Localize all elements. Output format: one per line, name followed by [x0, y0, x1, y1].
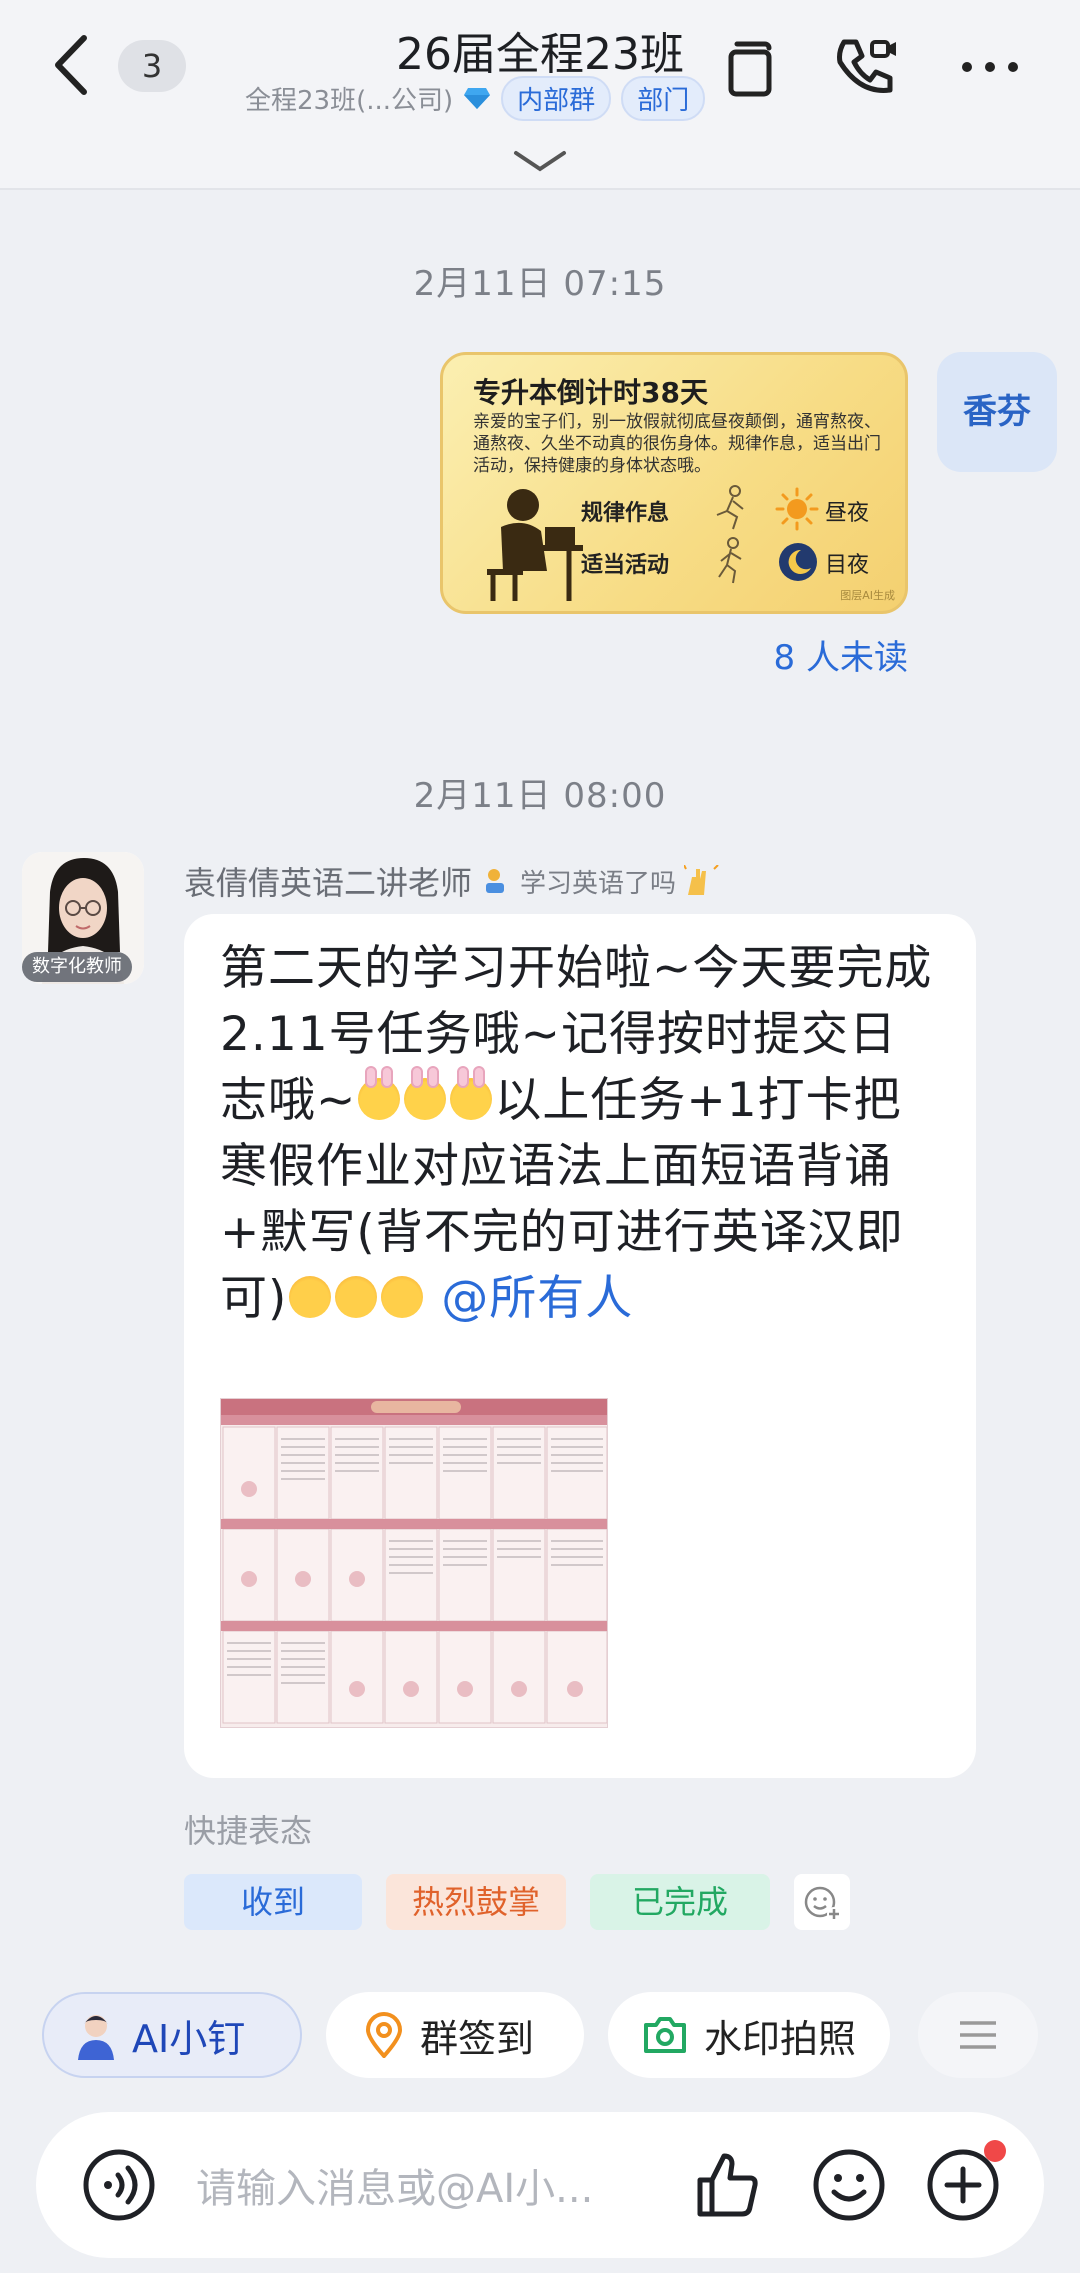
- bunny-face-emoji-icon: [404, 1066, 447, 1120]
- org-name: 全程23班(...公司): [245, 85, 454, 116]
- raised-hands-icon: [684, 865, 719, 895]
- bunny-face-emoji-icon: [450, 1066, 493, 1120]
- camera-icon: [644, 2017, 686, 2053]
- reaction-applause-button[interactable]: 热烈鼓掌: [386, 1874, 566, 1930]
- watermark-photo-button[interactable]: 水印拍照: [608, 1992, 890, 2078]
- menu-icon: [960, 2021, 996, 2049]
- toolbar-more-button[interactable]: [918, 1992, 1038, 2078]
- schedule-image-thumbnail[interactable]: [220, 1398, 608, 1728]
- sender-name: 袁倩倩英语二讲老师: [184, 864, 473, 902]
- mention-all[interactable]: @所有人: [441, 1271, 633, 1326]
- status-emoji-icon: [486, 869, 505, 893]
- tag-department[interactable]: 部门: [621, 75, 706, 121]
- tag-internal-group[interactable]: 内部群: [501, 75, 612, 121]
- unread-status[interactable]: 8 人未读: [774, 630, 908, 679]
- reaction-received-button[interactable]: 收到: [184, 1874, 362, 1930]
- sun-icon: [775, 487, 819, 531]
- ai-avatar-icon: [78, 2015, 114, 2060]
- blushing-emoji-icon: [381, 1276, 424, 1318]
- message-bubble[interactable]: 第二天的学习开始啦~今天要完成2.11号任务哦~记得按时提交日志哦~ 以上任务+1…: [184, 914, 976, 1778]
- message-timestamp: 2月11日 07:15: [413, 264, 667, 304]
- message-input-bar: 请输入消息或@AI小...: [36, 2112, 1044, 2258]
- sender-name-row[interactable]: 袁倩倩英语二讲老师 学习英语了吗: [184, 858, 720, 904]
- diamond-icon: [464, 88, 491, 109]
- walking-person-icon: [718, 537, 742, 584]
- avatar-badge: 数字化教师: [22, 952, 132, 982]
- add-reaction-button[interactable]: [794, 1874, 850, 1930]
- sender-avatar-self[interactable]: 香芬: [937, 352, 1057, 472]
- add-emoji-icon: [804, 1886, 841, 1921]
- image-card-message[interactable]: 专升本倒计时38天 亲爱的宝子们，别一放假就彻底昼夜颠倒，通宵熬夜、通熬夜、久坐…: [440, 352, 908, 614]
- bunny-face-emoji-icon: [358, 1066, 401, 1120]
- unread-count-badge[interactable]: 3: [118, 40, 186, 92]
- chevron-down-icon[interactable]: [510, 145, 570, 175]
- blushing-emoji-icon: [335, 1276, 378, 1318]
- sender-status: 学习英语了吗: [520, 868, 677, 899]
- chevron-left-icon[interactable]: [44, 30, 104, 100]
- card-body: 亲爱的宝子们，别一放假就彻底昼夜颠倒，通宵熬夜、通熬夜、久坐不动真的很伤身体。规…: [473, 412, 881, 476]
- copy-icon[interactable]: [715, 32, 785, 102]
- card-row1-right: 昼夜: [825, 501, 870, 526]
- card-row2-label: 适当活动: [581, 553, 670, 578]
- message-text: 第二天的学习开始啦~今天要完成2.11号任务哦~记得按时提交日志哦~ 以上任务+1…: [220, 936, 940, 1332]
- emoji-icon[interactable]: [806, 2142, 892, 2228]
- video-call-icon[interactable]: [830, 32, 900, 102]
- chat-header: 3 26届全程23班 全程23班(...公司) 内部群 部门: [0, 0, 1080, 190]
- running-person-icon: [716, 485, 744, 530]
- location-pin-icon: [365, 2012, 403, 2058]
- card-row1-label: 规律作息: [581, 501, 670, 526]
- thumbs-up-icon[interactable]: [686, 2142, 772, 2228]
- notification-dot: [984, 2140, 1006, 2162]
- group-checkin-label: 群签到: [420, 2016, 535, 2061]
- group-checkin-button[interactable]: 群签到: [326, 1992, 584, 2078]
- ai-assistant-label: AI小钉: [132, 2016, 246, 2061]
- more-icon[interactable]: [955, 32, 1025, 102]
- blushing-emoji-icon: [289, 1276, 332, 1318]
- card-title: 专升本倒计时38天: [473, 376, 708, 409]
- moon-icon: [779, 543, 817, 581]
- card-watermark: 图层AI生成: [840, 589, 895, 602]
- reaction-done-button[interactable]: 已完成: [590, 1874, 770, 1930]
- voice-input-icon[interactable]: [76, 2142, 162, 2228]
- chat-subtitle[interactable]: 全程23班(...公司) 内部群 部门: [245, 75, 706, 121]
- message-timestamp: 2月11日 08:00: [413, 776, 667, 816]
- card-row2-right: 目夜: [825, 553, 870, 578]
- ai-assistant-button[interactable]: AI小钉: [42, 1992, 302, 2078]
- quick-reaction-label: 快捷表态: [184, 1812, 313, 1850]
- watermark-photo-label: 水印拍照: [704, 2016, 857, 2061]
- studying-person-icon: [487, 489, 583, 601]
- calendar-schedule-image: [221, 1399, 607, 1724]
- message-input[interactable]: 请输入消息或@AI小...: [196, 2156, 593, 2214]
